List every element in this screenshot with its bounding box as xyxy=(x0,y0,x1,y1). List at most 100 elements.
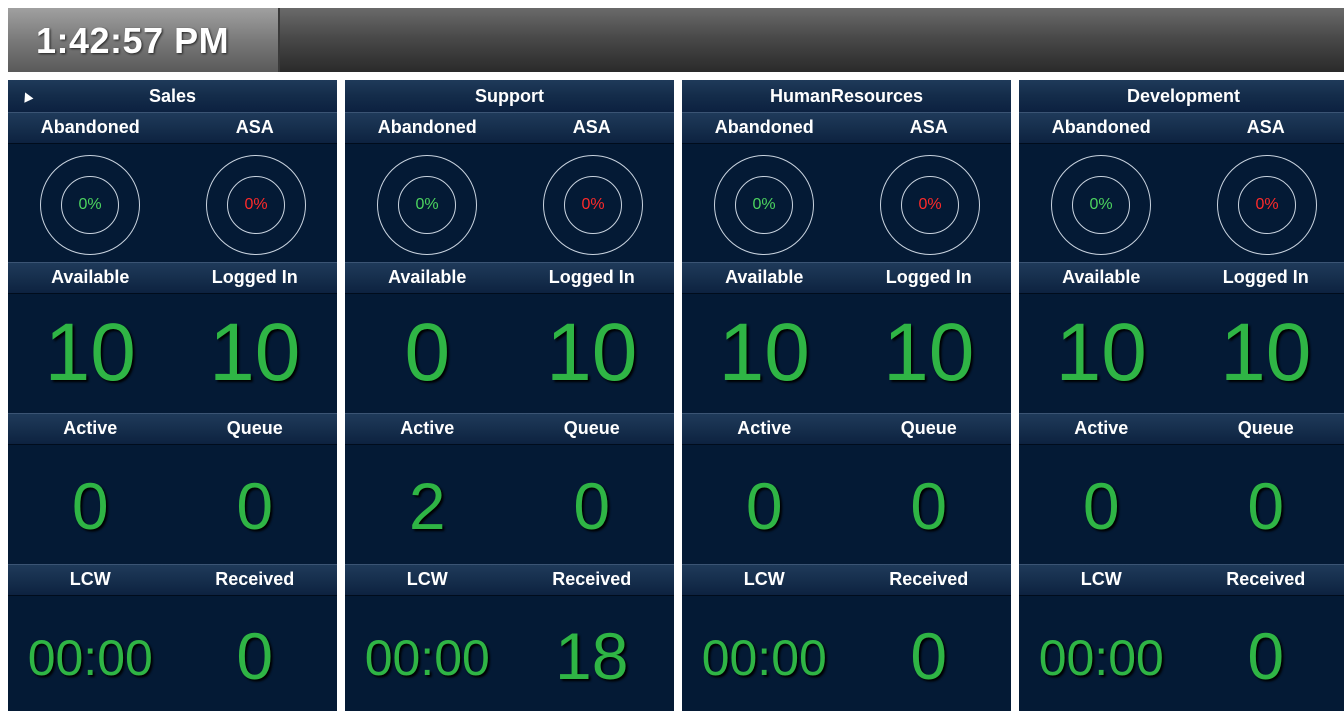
label-abandoned: Abandoned xyxy=(40,117,140,137)
header-row-abandoned-asa: Abandoned ASA xyxy=(682,112,1011,144)
label-queue: Queue xyxy=(1237,418,1294,438)
label-available: Available xyxy=(725,267,804,287)
lcw-value: 00:00 xyxy=(27,630,153,686)
lcw-value: 00:00 xyxy=(364,630,490,686)
abandoned-gauge: 0% xyxy=(377,155,477,255)
label-active: Active xyxy=(737,418,792,438)
abandoned-percent: 0% xyxy=(752,196,776,213)
label-abandoned: Abandoned xyxy=(1051,117,1151,137)
panel-support: Support Abandoned ASA 0% 0% Available Lo… xyxy=(345,80,674,711)
label-active: Active xyxy=(400,418,455,438)
asa-percent: 0% xyxy=(581,196,605,213)
queue-value: 0 xyxy=(910,469,948,543)
lcw-value: 00:00 xyxy=(701,630,827,686)
panel-title: Sales xyxy=(8,80,337,113)
label-available: Available xyxy=(51,267,130,287)
panel-human-resources: HumanResources Abandoned ASA 0% 0% Avail… xyxy=(682,80,1011,711)
header-row-active-queue: Active Queue xyxy=(8,413,337,445)
logged-in-value: 10 xyxy=(546,307,638,398)
label-logged-in: Logged In xyxy=(1222,267,1309,287)
header-row-lcw-received: LCW Received xyxy=(345,564,674,596)
header-row-active-queue: Active Queue xyxy=(1019,413,1344,445)
label-abandoned: Abandoned xyxy=(377,117,477,137)
header-row-lcw-received: LCW Received xyxy=(682,564,1011,596)
logged-in-value: 10 xyxy=(1220,307,1312,398)
label-received: Received xyxy=(552,569,632,589)
active-value: 0 xyxy=(71,469,109,543)
label-received: Received xyxy=(215,569,295,589)
label-queue: Queue xyxy=(900,418,957,438)
available-value: 10 xyxy=(718,307,810,398)
label-available: Available xyxy=(1062,267,1141,287)
label-logged-in: Logged In xyxy=(548,267,635,287)
available-value: 10 xyxy=(1055,307,1147,398)
label-abandoned: Abandoned xyxy=(714,117,814,137)
queue-value: 0 xyxy=(236,469,274,543)
asa-gauge: 0% xyxy=(1217,155,1317,255)
abandoned-gauge: 0% xyxy=(714,155,814,255)
header-row-lcw-received: LCW Received xyxy=(1019,564,1344,596)
label-active: Active xyxy=(63,418,118,438)
abandoned-gauge: 0% xyxy=(40,155,140,255)
panel-sales: Sales Abandoned ASA 0% 0% Available Logg… xyxy=(8,80,337,711)
label-active: Active xyxy=(1074,418,1129,438)
label-lcw: LCW xyxy=(406,569,448,589)
label-queue: Queue xyxy=(226,418,283,438)
asa-gauge: 0% xyxy=(543,155,643,255)
panel-title: Development xyxy=(1019,80,1344,113)
label-asa: ASA xyxy=(1246,117,1285,137)
asa-gauge: 0% xyxy=(880,155,980,255)
label-lcw: LCW xyxy=(743,569,785,589)
header-row-abandoned-asa: Abandoned ASA xyxy=(8,112,337,144)
top-bar: 1:42:57 PM xyxy=(8,8,1344,72)
panel-development: Development Abandoned ASA 0% 0% Availabl… xyxy=(1019,80,1344,711)
asa-percent: 0% xyxy=(918,196,942,213)
header-row-active-queue: Active Queue xyxy=(682,413,1011,445)
available-value: 0 xyxy=(404,307,451,398)
label-lcw: LCW xyxy=(69,569,111,589)
received-value: 0 xyxy=(236,619,274,693)
abandoned-percent: 0% xyxy=(78,196,102,213)
label-logged-in: Logged In xyxy=(885,267,972,287)
abandoned-percent: 0% xyxy=(1089,196,1113,213)
asa-percent: 0% xyxy=(1255,196,1279,213)
asa-percent: 0% xyxy=(244,196,268,213)
panel-title: Support xyxy=(345,80,674,113)
label-received: Received xyxy=(889,569,969,589)
header-row-lcw-received: LCW Received xyxy=(8,564,337,596)
queue-panels: Sales Abandoned ASA 0% 0% Available Logg… xyxy=(8,80,1344,711)
clock-box: 1:42:57 PM xyxy=(8,8,280,72)
received-value: 18 xyxy=(555,619,629,693)
label-asa: ASA xyxy=(909,117,948,137)
header-row-available-logged-in: Available Logged In xyxy=(1019,262,1344,294)
active-value: 0 xyxy=(745,469,783,543)
received-value: 0 xyxy=(910,619,948,693)
label-available: Available xyxy=(388,267,467,287)
label-logged-in: Logged In xyxy=(211,267,298,287)
header-row-abandoned-asa: Abandoned ASA xyxy=(345,112,674,144)
label-lcw: LCW xyxy=(1080,569,1122,589)
label-asa: ASA xyxy=(572,117,611,137)
queue-value: 0 xyxy=(573,469,611,543)
label-received: Received xyxy=(1226,569,1306,589)
asa-gauge: 0% xyxy=(206,155,306,255)
abandoned-gauge: 0% xyxy=(1051,155,1151,255)
received-value: 0 xyxy=(1247,619,1285,693)
logged-in-value: 10 xyxy=(209,307,301,398)
logged-in-value: 10 xyxy=(883,307,975,398)
header-row-available-logged-in: Available Logged In xyxy=(682,262,1011,294)
queue-value: 0 xyxy=(1247,469,1285,543)
active-value: 0 xyxy=(1082,469,1120,543)
available-value: 10 xyxy=(44,307,136,398)
abandoned-percent: 0% xyxy=(415,196,439,213)
panel-title: HumanResources xyxy=(682,80,1011,113)
clock: 1:42:57 PM xyxy=(36,20,230,61)
label-asa: ASA xyxy=(235,117,274,137)
lcw-value: 00:00 xyxy=(1038,630,1164,686)
header-row-abandoned-asa: Abandoned ASA xyxy=(1019,112,1344,144)
header-row-active-queue: Active Queue xyxy=(345,413,674,445)
label-queue: Queue xyxy=(563,418,620,438)
active-value: 2 xyxy=(408,469,446,543)
header-row-available-logged-in: Available Logged In xyxy=(345,262,674,294)
header-row-available-logged-in: Available Logged In xyxy=(8,262,337,294)
